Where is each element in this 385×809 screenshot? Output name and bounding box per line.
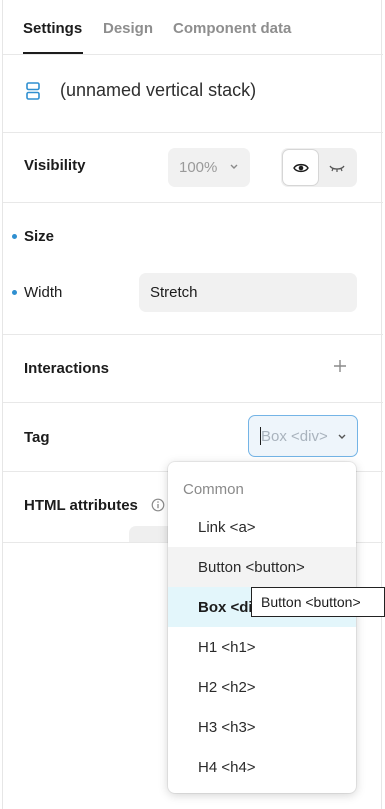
- vertical-stack-icon: [26, 82, 40, 100]
- tag-select[interactable]: Box <div>: [248, 415, 358, 457]
- eye-icon: [292, 163, 309, 172]
- html-attributes-label: HTML attributes: [24, 497, 138, 514]
- visible-button[interactable]: [283, 150, 318, 185]
- text-caret: [260, 427, 261, 445]
- dropdown-item-link[interactable]: Link <a>: [168, 507, 356, 547]
- width-label: Width: [24, 284, 63, 301]
- dropdown-item-h1[interactable]: H1 <h1>: [168, 627, 356, 667]
- dropdown-item-button[interactable]: Button <button>: [168, 547, 356, 587]
- dropdown-item-h3[interactable]: H3 <h3>: [168, 707, 356, 747]
- tab-settings[interactable]: Settings: [23, 20, 82, 37]
- tab-bar: Settings Design Component data: [3, 0, 383, 55]
- size-modified-indicator: [12, 234, 17, 239]
- interactions-label: Interactions: [24, 360, 110, 377]
- dropdown-group-header: Common: [183, 481, 244, 498]
- tag-value: Box <div>: [261, 428, 328, 445]
- element-name[interactable]: (unnamed vertical stack): [60, 80, 256, 101]
- chevron-down-icon: [338, 434, 346, 439]
- eye-closed-icon: [328, 165, 345, 172]
- dropdown-item-h2[interactable]: H2 <h2>: [168, 667, 356, 707]
- chevron-down-icon: [230, 164, 238, 169]
- size-label: Size: [24, 228, 55, 245]
- width-input[interactable]: Stretch: [139, 273, 357, 312]
- width-modified-indicator: [12, 290, 17, 295]
- visibility-toggle: [281, 148, 357, 187]
- tooltip: Button <button>: [251, 587, 385, 617]
- hidden-button[interactable]: [319, 150, 354, 185]
- add-interaction-icon[interactable]: [332, 358, 348, 374]
- size-section: [3, 203, 383, 335]
- tab-design[interactable]: Design: [103, 20, 153, 37]
- width-value: Stretch: [150, 284, 198, 301]
- tag-dropdown-menu: Common Link <a> Button <button> Box <div…: [168, 462, 356, 793]
- info-icon[interactable]: [151, 498, 165, 512]
- active-tab-indicator: [23, 52, 83, 54]
- visibility-label: Visibility: [24, 157, 86, 174]
- tag-label: Tag: [24, 429, 50, 446]
- opacity-value: 100%: [179, 159, 218, 176]
- dropdown-item-h4[interactable]: H4 <h4>: [168, 747, 356, 787]
- opacity-select[interactable]: 100%: [168, 148, 250, 187]
- tab-component-data[interactable]: Component data: [173, 20, 291, 37]
